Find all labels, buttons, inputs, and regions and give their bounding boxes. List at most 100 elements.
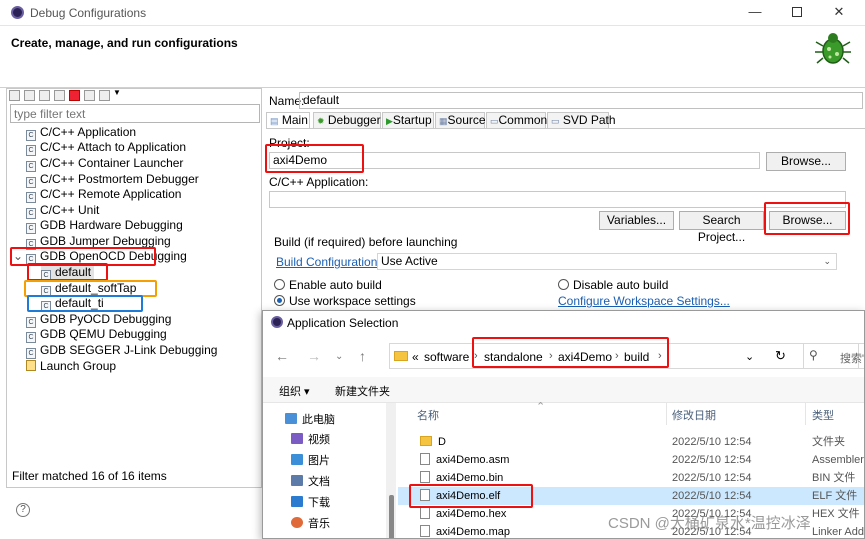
side-item-videos[interactable]: 视频 (291, 431, 330, 449)
name-field[interactable]: default (299, 92, 863, 109)
side-item-pictures[interactable]: 图片 (291, 452, 330, 470)
file-icon (420, 471, 430, 483)
tree-item-cpp-container[interactable]: C C/C++ Container Launcher (26, 156, 183, 172)
tree-item-cpp-application[interactable]: C C/C++ Application (26, 125, 136, 141)
minimize-icon[interactable]: — (748, 5, 762, 19)
dialog-header: Create, manage, and run configurations (0, 26, 865, 88)
filter-status: Filter matched 16 of 16 items (12, 469, 167, 483)
browse-project-button[interactable]: Browse... (766, 152, 846, 171)
maximize-icon[interactable] (790, 5, 804, 19)
main-tab-icon: ▤ (270, 116, 279, 126)
up-arrow-icon[interactable]: ↑ (359, 348, 366, 364)
tree-item-gdb-pyocd[interactable]: C GDB PyOCD Debugging (26, 312, 171, 328)
application-field[interactable] (269, 191, 846, 208)
side-item-this-pc[interactable]: 此电脑 (285, 411, 335, 429)
tree-item-cpp-postmortem[interactable]: C C/C++ Postmortem Debugger (26, 172, 199, 188)
side-item-documents[interactable]: 文档 (291, 473, 330, 491)
collapse-all-icon[interactable] (84, 90, 95, 101)
search-icon: ⚲ (809, 348, 818, 362)
column-type[interactable]: 类型 (812, 407, 834, 423)
video-icon (291, 433, 303, 444)
launch-group-icon (26, 360, 36, 371)
tree-item-gdb-segger[interactable]: C GDB SEGGER J-Link Debugging (26, 343, 217, 359)
tree-item-gdb-hardware[interactable]: C GDB Hardware Debugging (26, 218, 183, 234)
expand-chevron-icon[interactable]: ⌄ (13, 249, 26, 264)
chevron-down-icon[interactable]: ▼ (113, 88, 121, 97)
forward-arrow-icon[interactable]: → (307, 348, 321, 364)
eclipse-icon (271, 316, 283, 328)
crumb-separator-icon: › (658, 350, 662, 362)
navigation-bar: ← → ⌄ ↑ « software › standalone › axi4De… (263, 335, 865, 377)
tab-startup[interactable]: ▶Startup (382, 112, 434, 128)
crumb-axi4demo[interactable]: axi4Demo (558, 350, 612, 364)
address-dropdown-icon[interactable]: ⌄ (745, 350, 754, 363)
crumb-software[interactable]: software (424, 350, 469, 364)
new-prototype-icon[interactable] (24, 90, 35, 101)
file-row-selected[interactable]: axi4Demo.elf 2022/5/10 12:54 ELF 文件 (398, 487, 864, 505)
recent-chevron-icon[interactable]: ⌄ (335, 351, 343, 362)
search-box[interactable]: ⚲ 搜索" (803, 343, 865, 369)
crumb-build[interactable]: build (624, 350, 649, 364)
side-item-music[interactable]: 音乐 (291, 515, 330, 533)
new-folder-button[interactable]: 新建文件夹 (335, 383, 390, 399)
tree-item-launch-group[interactable]: Launch Group (26, 359, 116, 374)
tab-common[interactable]: ▭Common (486, 112, 547, 128)
export-icon[interactable] (39, 90, 50, 101)
navigation-pane: 此电脑 视频 图片 文档 下载 音乐 (263, 403, 391, 538)
tree-item-gdb-jumper[interactable]: C GDB Jumper Debugging (26, 234, 171, 250)
column-date[interactable]: 修改日期 (672, 407, 716, 423)
build-label: Build (if required) before launching (274, 235, 458, 249)
file-row[interactable]: D 2022/5/10 12:54 文件夹 (398, 433, 864, 451)
back-arrow-icon[interactable]: ← (275, 348, 289, 364)
tree-item-default[interactable]: Cdefault (41, 265, 95, 281)
variables-button[interactable]: Variables... (599, 211, 674, 230)
tree-item-cpp-unit[interactable]: C C/C++ Unit (26, 203, 99, 219)
debugger-tab-icon: ✹ (317, 116, 325, 126)
tree-item-gdb-openocd[interactable]: ⌄ C GDB OpenOCD Debugging (13, 249, 187, 265)
filter-input[interactable] (10, 104, 260, 123)
build-config-select[interactable]: Use Active ⌄ (377, 253, 837, 270)
tab-source[interactable]: ▦Source (435, 112, 486, 128)
disable-auto-build-radio[interactable]: Disable auto build (558, 278, 668, 292)
dialog-title-bar: Application Selection (263, 311, 864, 335)
file-icon (420, 489, 430, 501)
navigation-scrollbar[interactable] (386, 403, 396, 538)
use-workspace-settings-radio[interactable]: Use workspace settings (274, 294, 416, 308)
launch-type-icon: C (26, 332, 36, 343)
launch-type-icon: C (26, 223, 36, 234)
search-project-button[interactable]: Search Project... (679, 211, 764, 244)
tree-item-cpp-attach[interactable]: C C/C++ Attach to Application (26, 140, 186, 156)
column-name[interactable]: 名称 (417, 407, 439, 423)
close-icon[interactable]: ✕ (832, 5, 846, 19)
filter-icon[interactable] (99, 90, 110, 101)
build-config-link[interactable]: Build Configuration: (276, 255, 381, 269)
crumb-separator-icon: › (615, 350, 619, 362)
file-row[interactable]: axi4Demo.asm 2022/5/10 12:54 Assembler (398, 451, 864, 469)
crumb-overflow[interactable]: « (412, 350, 419, 364)
tab-debugger[interactable]: ✹ Debugger (313, 112, 381, 128)
help-icon[interactable]: ? (16, 503, 30, 517)
address-bar[interactable]: « software › standalone › axi4Demo › bui… (389, 343, 859, 369)
radio-icon (558, 279, 569, 290)
delete-icon[interactable] (69, 90, 80, 101)
side-item-downloads[interactable]: 下载 (291, 494, 330, 512)
tab-main[interactable]: ▤ Main (266, 112, 310, 128)
new-config-icon[interactable] (9, 90, 20, 101)
organize-menu[interactable]: 组织 ▾ (279, 383, 310, 399)
application-label: C/C++ Application: (269, 175, 369, 189)
tab-svd-path[interactable]: ▭ SVD Path (547, 112, 616, 128)
browse-application-button[interactable]: Browse... (769, 211, 846, 230)
search-placeholder: 搜索" (840, 353, 865, 365)
crumb-separator-icon: › (549, 350, 553, 362)
tree-item-cpp-remote[interactable]: C C/C++ Remote Application (26, 187, 181, 203)
configure-workspace-link[interactable]: Configure Workspace Settings... (558, 294, 730, 308)
enable-auto-build-radio[interactable]: Enable auto build (274, 278, 382, 292)
crumb-standalone[interactable]: standalone (484, 350, 543, 364)
file-row[interactable]: axi4Demo.bin 2022/5/10 12:54 BIN 文件 (398, 469, 864, 487)
project-field[interactable]: axi4Demo (269, 152, 760, 169)
refresh-icon[interactable]: ↻ (775, 348, 786, 364)
tree-item-default-softtap[interactable]: Cdefault_softTap (41, 281, 136, 297)
duplicate-icon[interactable] (54, 90, 65, 101)
tree-item-gdb-qemu[interactable]: C GDB QEMU Debugging (26, 327, 167, 343)
tree-item-default-ti[interactable]: Cdefault_ti (41, 296, 104, 312)
